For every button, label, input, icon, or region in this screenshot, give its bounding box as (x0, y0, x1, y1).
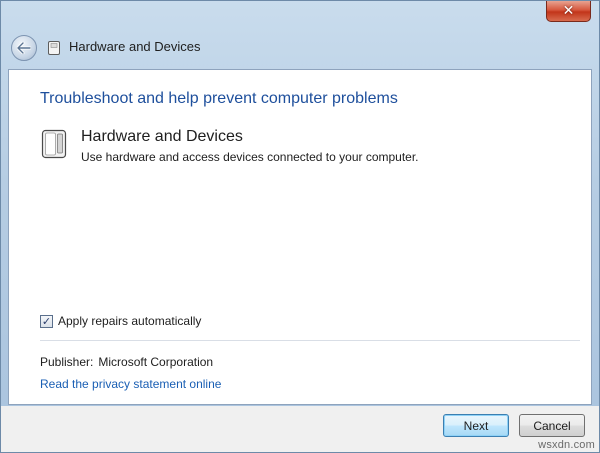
cancel-button[interactable]: Cancel (519, 414, 585, 437)
footer-bar: Next Cancel wsxdn.com (1, 406, 599, 452)
publisher-label: Publisher: (40, 355, 94, 369)
back-button[interactable] (11, 35, 37, 61)
troubleshooter-description: Use hardware and access devices connecte… (81, 150, 419, 164)
back-arrow-icon (17, 42, 31, 54)
apply-repairs-option[interactable]: ✓ Apply repairs automatically (40, 314, 201, 328)
privacy-statement-link[interactable]: Read the privacy statement online (40, 377, 221, 391)
close-button[interactable]: ✕ (546, 1, 591, 22)
next-button[interactable]: Next (443, 414, 509, 437)
nav-title: Hardware and Devices (69, 39, 201, 54)
hardware-device-small-icon (48, 41, 60, 55)
apply-repairs-checkbox[interactable]: ✓ (40, 314, 53, 328)
content-panel: Troubleshoot and help prevent computer p… (8, 69, 592, 405)
hardware-device-icon (41, 129, 67, 159)
publisher-value: Microsoft Corporation (98, 355, 214, 369)
troubleshooter-title: Hardware and Devices (81, 128, 243, 145)
watermark: wsxdn.com (538, 439, 595, 451)
page-heading: Troubleshoot and help prevent computer p… (40, 90, 398, 107)
close-icon: ✕ (562, 3, 575, 19)
checkmark-icon: ✓ (41, 314, 52, 328)
publisher-info: Publisher: Microsoft Corporation (40, 355, 213, 369)
divider (40, 340, 580, 341)
troubleshooter-window: ✕ Hardware and Devices Troubleshoot and … (0, 0, 600, 453)
title-bar: ✕ Hardware and Devices (1, 1, 599, 69)
apply-repairs-label[interactable]: Apply repairs automatically (58, 314, 201, 328)
